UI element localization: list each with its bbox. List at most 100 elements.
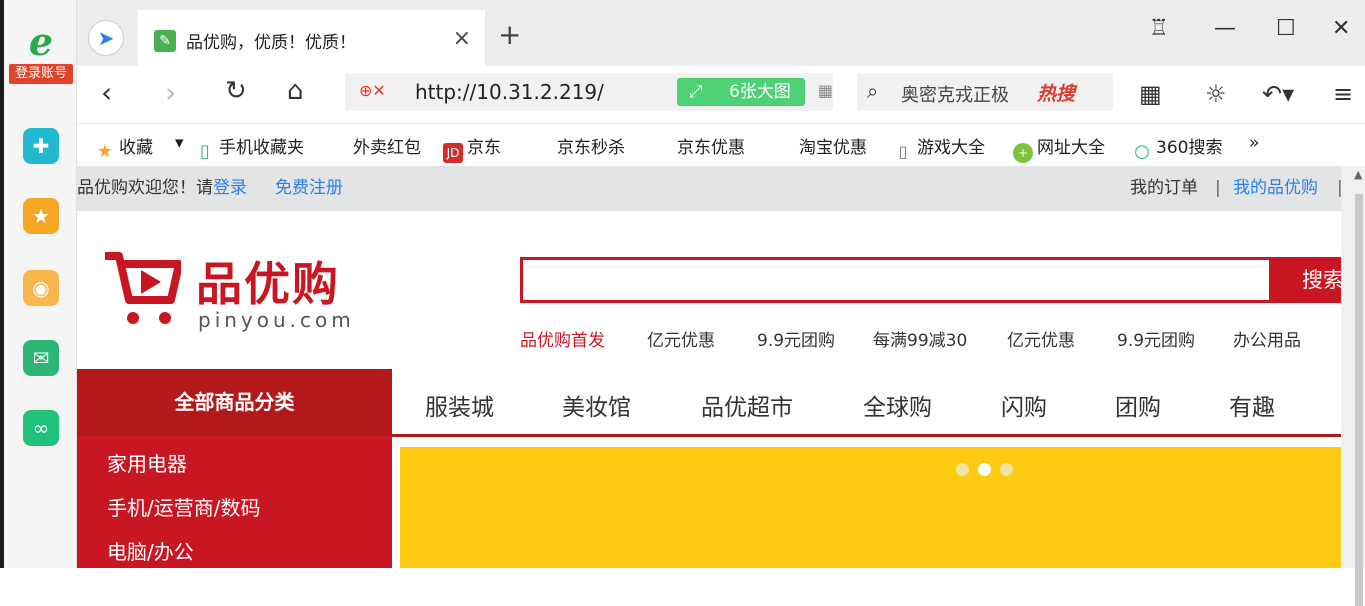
product-search-input[interactable] <box>520 257 1272 303</box>
browser-logo[interactable]: e 登录账号 <box>9 22 73 88</box>
address-url[interactable]: http://10.31.2.219/ <box>415 80 604 104</box>
category-item[interactable]: 电脑/办公 <box>107 536 194 565</box>
tab-close-icon[interactable]: × <box>453 26 471 51</box>
all-categories-title[interactable]: 全部商品分类 <box>77 369 392 436</box>
undo-icon[interactable]: ↶▾ <box>1262 80 1294 108</box>
address-toolbar: ‹ › ↻ ⌂ ⊕✕ http://10.31.2.219/ ⤢ 6张大图 ▦ … <box>77 66 1365 124</box>
qr-code-icon[interactable]: ▦ <box>818 81 833 100</box>
insecure-lock-icon[interactable]: ⊕✕ <box>359 81 386 100</box>
jd-icon: JD <box>443 143 463 163</box>
browser-sidebar: e 登录账号 ✚ ★ ◉ ✉ ∞ <box>0 0 77 568</box>
hotword-link[interactable]: 9.9元团购 <box>1117 326 1195 351</box>
search-suggestion[interactable]: 奥密克戎正极 <box>901 81 1019 107</box>
carousel-dot-active[interactable] <box>978 463 991 476</box>
hotword-link[interactable]: 办公用品 <box>1233 326 1301 351</box>
menu-icon[interactable]: ≡ <box>1333 80 1353 108</box>
promo-banner[interactable] <box>400 447 1341 568</box>
close-window-icon[interactable]: ✕ <box>1332 16 1350 41</box>
desktop-edge <box>0 0 4 568</box>
health-app-icon[interactable]: ✚ <box>23 128 59 164</box>
category-list: 家用电器 手机/运营商/数码 电脑/办公 <box>77 436 392 568</box>
login-link[interactable]: 登录 <box>213 178 247 198</box>
bookmark-360-search[interactable]: ○ 360搜索 <box>1132 133 1222 162</box>
logo-domain: pinyou.com <box>198 308 355 332</box>
minimize-icon[interactable]: — <box>1214 16 1236 41</box>
page-scrollbar[interactable]: ▲ <box>1341 166 1365 606</box>
welcome-text: 品优购欢迎您！请登录 <box>77 178 247 198</box>
nav-item[interactable]: 服装城 <box>425 388 494 422</box>
cloud-icon[interactable]: ∞ <box>23 410 59 446</box>
plus-globe-icon: + <box>1013 143 1033 163</box>
hot-search-label[interactable]: 热搜 <box>1037 79 1075 106</box>
nav-item[interactable]: 美妆馆 <box>562 388 631 422</box>
apps-grid-icon[interactable]: ▦ <box>1139 80 1162 108</box>
my-account-link[interactable]: 我的品优购 <box>1233 166 1318 211</box>
nav-item[interactable]: 有趣 <box>1229 388 1275 422</box>
divider: | <box>1215 178 1221 198</box>
bookmark-games[interactable]: ▯ 游戏大全 <box>893 133 985 162</box>
star-icon: ★ <box>96 141 114 162</box>
big-image-button[interactable]: ⤢ 6张大图 <box>677 78 805 106</box>
leaf-favicon-icon: ✎ <box>154 30 176 52</box>
login-account-button[interactable]: 登录账号 <box>9 64 73 84</box>
bookmark-jd-seckill[interactable]: 京东秒杀 <box>557 133 625 158</box>
navigation-arrow-icon[interactable]: ➤ <box>88 20 124 56</box>
nav-item[interactable]: 团购 <box>1115 388 1161 422</box>
web-page: 品优购欢迎您！请登录 免费注册 我的订单 | 我的品优购 | 品优购 pinyo… <box>77 166 1341 568</box>
phone-icon: ▯ <box>200 141 210 162</box>
site-logo[interactable]: 品优购 pinyou.com <box>101 248 366 334</box>
search-icon: ⌕ <box>867 79 879 103</box>
bookmark-sites[interactable]: + 网址大全 <box>1013 133 1105 163</box>
nav-item[interactable]: 品优超市 <box>701 388 793 422</box>
document-icon: ▯ <box>898 142 908 161</box>
hotword-link[interactable]: 9.9元团购 <box>757 326 835 351</box>
favorites-star-icon[interactable]: ★ <box>23 198 59 234</box>
new-tab-icon[interactable]: + <box>498 18 521 51</box>
home-icon[interactable]: ⌂ <box>287 76 304 106</box>
hotword-link[interactable]: 亿元优惠 <box>647 326 715 351</box>
bookmarks-bar: ★ 收藏 ▾ ▯ 手机收藏夹 外卖红包 JD 京东 京东秒杀 京东优惠 淘宝优惠 ▯ 游… <box>77 124 1365 166</box>
scrollbar-thumb[interactable] <box>1355 194 1363 606</box>
back-icon[interactable]: ‹ <box>101 76 112 109</box>
cart-logo-icon <box>105 252 181 324</box>
category-item[interactable]: 手机/运营商/数码 <box>107 492 260 521</box>
nav-underline <box>392 434 1341 437</box>
scroll-up-icon[interactable]: ▲ <box>1354 168 1362 181</box>
logo-name: 品优购 <box>196 257 340 311</box>
browser-search-box[interactable]: ⌕ 奥密克戎正极 热搜 <box>857 73 1113 111</box>
nav-item[interactable]: 闪购 <box>1001 388 1047 422</box>
hotword-link[interactable]: 品优购首发 <box>520 326 605 351</box>
carousel-dot[interactable] <box>956 463 969 476</box>
bookmark-dropdown-icon[interactable]: ▾ <box>175 133 184 153</box>
bookmark-takeout[interactable]: 外卖红包 <box>353 133 421 158</box>
shortcut-bar: 品优购欢迎您！请登录 免费注册 我的订单 | 我的品优购 | <box>77 166 1341 211</box>
bookmark-mobile-favorites[interactable]: ▯ 手机收藏夹 <box>195 133 304 162</box>
nav-item[interactable]: 全球购 <box>863 388 932 422</box>
tab-title: 品优购，优质！优质！ <box>186 33 356 53</box>
bookmark-taobao-deals[interactable]: 淘宝优惠 <box>799 133 867 158</box>
big-image-label: 6张大图 <box>729 82 791 102</box>
skin-shirt-icon[interactable]: ♖ <box>1149 16 1169 41</box>
forward-icon[interactable]: › <box>165 76 176 109</box>
browser-e-icon: e <box>28 19 54 64</box>
maximize-icon[interactable]: ☐ <box>1276 16 1296 41</box>
product-search-button[interactable]: 搜索 <box>1272 257 1341 303</box>
address-bar[interactable]: ⊕✕ http://10.31.2.219/ ⤢ 6张大图 ▦ <box>345 73 833 111</box>
bookmark-favorites[interactable]: ★ 收藏 <box>95 133 153 162</box>
hotword-link[interactable]: 每满99减30 <box>873 326 967 351</box>
bookmark-jd[interactable]: JD 京东 <box>443 133 501 163</box>
category-item[interactable]: 家用电器 <box>107 448 187 477</box>
carousel-dot[interactable] <box>1000 463 1013 476</box>
my-orders-link[interactable]: 我的订单 <box>1130 166 1198 211</box>
register-link[interactable]: 免费注册 <box>275 166 343 211</box>
search-ring-icon: ○ <box>1134 141 1150 162</box>
brightness-icon[interactable]: ☼ <box>1205 80 1227 108</box>
mail-icon[interactable]: ✉ <box>23 340 59 376</box>
bookmarks-more[interactable]: » <box>1249 133 1259 153</box>
bookmark-jd-deals[interactable]: 京东优惠 <box>677 133 745 158</box>
weibo-icon[interactable]: ◉ <box>23 270 59 306</box>
refresh-icon[interactable]: ↻ <box>225 76 247 106</box>
hotword-link[interactable]: 亿元优惠 <box>1007 326 1075 351</box>
tab-active[interactable]: ✎ 品优购，优质！优质！ × <box>138 10 485 66</box>
tab-bar: ➤ ✎ 品优购，优质！优质！ × + ♖ — ☐ ✕ <box>77 0 1365 66</box>
